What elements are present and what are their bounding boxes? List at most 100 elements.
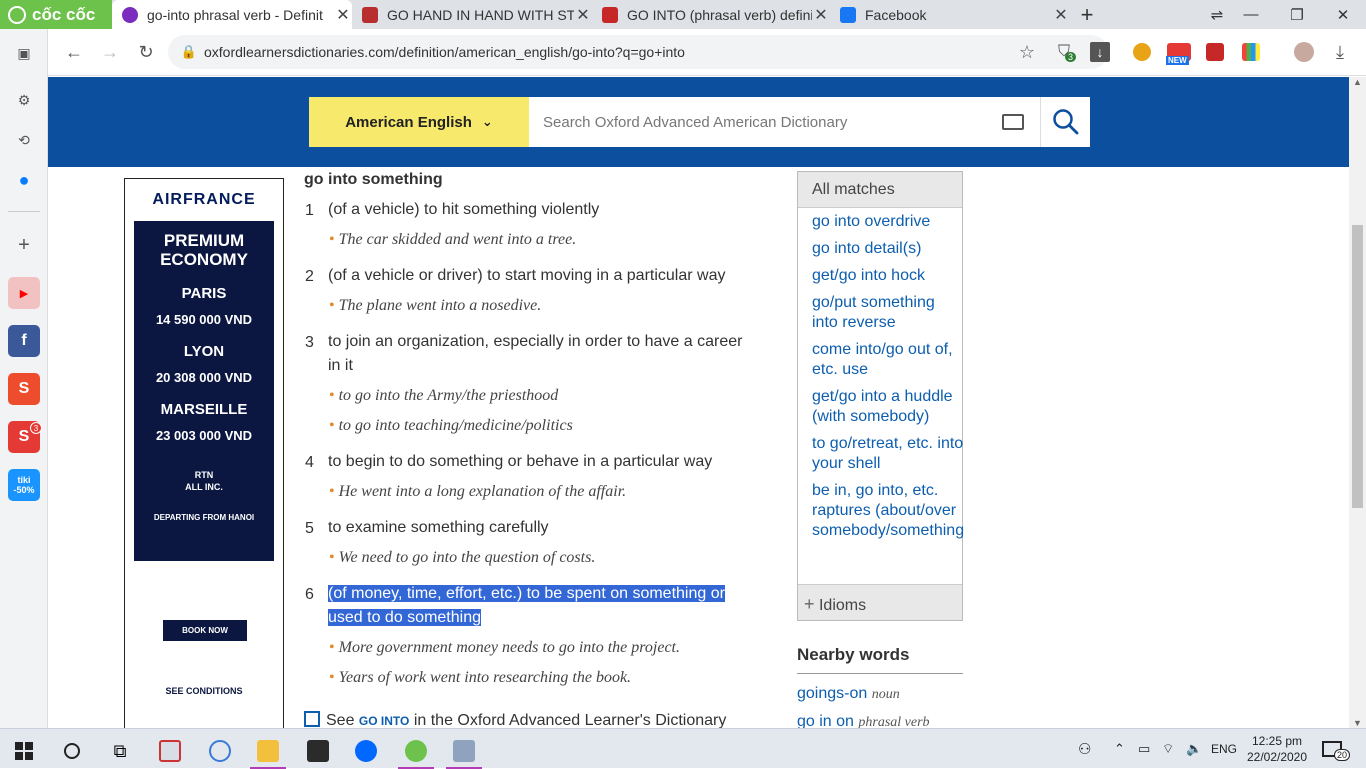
selected-text: (of money, time, effort, etc.) to be spe… xyxy=(328,585,725,626)
scroll-up-arrow-icon[interactable]: ▲ xyxy=(1353,77,1362,87)
clock-time: 12:25 pm xyxy=(1251,734,1303,748)
shopee-icon[interactable]: S xyxy=(8,373,40,405)
minimize-button[interactable]: — xyxy=(1228,0,1274,29)
close-window-button[interactable]: ✕ xyxy=(1320,0,1366,29)
coccoc-browser-icon[interactable] xyxy=(396,735,436,769)
sidebar-panel-icon[interactable]: ▣ xyxy=(8,37,40,69)
coccoc-menu-button[interactable]: cốc cốc xyxy=(0,0,112,29)
sticky-notes-icon[interactable] xyxy=(298,735,338,767)
ad-conditions-link[interactable]: SEE CONDITIONS xyxy=(125,686,283,696)
notifications-icon[interactable]: 20 xyxy=(1322,729,1358,769)
history-icon[interactable]: ⟲ xyxy=(8,124,40,156)
red-extension-icon[interactable] xyxy=(1206,43,1224,61)
adblock-shield-icon[interactable]: ⛉ xyxy=(1049,37,1079,67)
sense-number: 4 xyxy=(305,454,314,471)
see-also-link[interactable]: go into xyxy=(359,714,409,728)
search-button[interactable] xyxy=(1040,97,1090,147)
page-scrollbar[interactable]: ▲ ▼ xyxy=(1349,77,1366,728)
chevron-up-icon[interactable]: ⌃ xyxy=(1114,729,1125,769)
match-link[interactable]: get/go into hock xyxy=(812,266,964,286)
sense-number: 2 xyxy=(305,268,314,285)
new-tab-button[interactable]: + xyxy=(1064,0,1110,29)
color-extension-icon[interactable] xyxy=(1242,43,1260,61)
youtube-icon[interactable]: ▶ xyxy=(8,277,40,309)
scroll-thumb[interactable] xyxy=(1352,225,1363,508)
new-badge: NEW xyxy=(1166,56,1189,65)
clock[interactable]: 12:25 pm 22/02/2020 xyxy=(1247,729,1307,769)
example-sentence: to go into teaching/medicine/politics xyxy=(329,417,573,435)
ad-book-now-button[interactable]: BOOK NOW xyxy=(163,620,247,641)
download-icon[interactable]: ↓ xyxy=(1085,37,1115,67)
battery-icon[interactable]: ▭ xyxy=(1138,729,1150,769)
match-link[interactable]: go/put something into reverse xyxy=(812,293,964,333)
wifi-icon[interactable]: ⌔ xyxy=(1162,729,1174,769)
zalo-icon[interactable] xyxy=(346,735,386,767)
shield-badge: 3 xyxy=(1065,52,1077,62)
match-link[interactable]: go into detail(s) xyxy=(812,239,964,259)
nearby-word[interactable]: go in on phrasal verb xyxy=(797,713,930,728)
nearby-word[interactable]: goings-on noun xyxy=(797,685,900,703)
tab-title: GO HAND IN HAND WITH ST xyxy=(387,6,574,23)
match-link[interactable]: go into overdrive xyxy=(812,212,964,232)
tab-go-into-macmillan[interactable]: GO INTO (phrasal verb) defini ✕ xyxy=(592,0,830,29)
input-language[interactable]: ENG xyxy=(1211,729,1237,769)
app-icon-2[interactable] xyxy=(200,735,240,767)
tiki-icon[interactable]: tiki -50% xyxy=(8,469,40,501)
example-sentence: Years of work went into researching the … xyxy=(329,669,631,687)
restore-button[interactable]: ❐ xyxy=(1274,0,1320,29)
idioms-toggle[interactable]: + Idioms xyxy=(798,584,962,620)
match-link[interactable]: get/go into a huddle (with somebody) xyxy=(812,387,964,427)
search-circle-icon[interactable] xyxy=(52,735,92,767)
reload-icon[interactable]: ↻ xyxy=(131,37,161,67)
sense-number: 5 xyxy=(305,520,314,537)
downloads-arrow-icon[interactable]: ⤓ xyxy=(1325,37,1355,67)
ad-all-inc: ALL INC. xyxy=(185,482,223,492)
bookmark-star-icon[interactable]: ☆ xyxy=(1012,37,1042,67)
add-app-icon[interactable]: + xyxy=(8,229,40,261)
tab-facebook[interactable]: Facebook ✕ xyxy=(830,0,1070,29)
dictionary-language-dropdown[interactable]: American English ⌄ xyxy=(309,97,529,147)
plus-icon: + xyxy=(804,594,815,614)
nearby-word-link[interactable]: goings-on xyxy=(797,685,867,702)
volume-icon[interactable]: 🔈 xyxy=(1186,729,1202,769)
settings-gear-icon[interactable]: ⚙ xyxy=(8,84,40,116)
forward-arrow-icon[interactable]: → xyxy=(95,37,125,67)
all-matches-header[interactable]: All matches xyxy=(798,172,962,208)
task-view-icon[interactable]: ⧉ xyxy=(100,735,140,767)
sense-definition: to join an organization, especially in o… xyxy=(328,333,743,374)
address-bar[interactable]: 🔒 oxfordlearnersdictionaries.com/definit… xyxy=(168,35,1108,69)
messenger-icon[interactable]: ● xyxy=(8,164,40,196)
windows-taskbar: ⧉ ⚇ ⌃ ▭ ⌔ 🔈 ENG 12:25 pm 22/02/2020 20 xyxy=(0,728,1366,769)
sense-definition: (of a vehicle) to hit something violentl… xyxy=(328,201,600,218)
people-icon[interactable]: ⚇ xyxy=(1078,729,1091,769)
file-explorer-icon[interactable] xyxy=(248,735,288,769)
scroll-down-arrow-icon[interactable]: ▼ xyxy=(1353,718,1362,728)
all-matches-panel: All matches go into overdrive go into de… xyxy=(797,171,964,621)
search-box xyxy=(529,97,1040,147)
coccoc-extension-icon[interactable] xyxy=(1133,43,1151,61)
facebook-icon[interactable]: f xyxy=(8,325,40,357)
example-sentence: We need to go into the question of costs… xyxy=(329,549,596,567)
search-input[interactable] xyxy=(529,98,969,146)
close-tab-icon[interactable]: ✕ xyxy=(574,5,592,25)
sense-definition: to examine something carefully xyxy=(328,519,549,536)
match-link[interactable]: to go/retreat, etc. into your shell xyxy=(812,434,964,474)
back-arrow-icon[interactable]: ← xyxy=(59,37,89,67)
keyboard-icon[interactable] xyxy=(1002,114,1024,130)
nearby-word-link[interactable]: go in on xyxy=(797,713,854,728)
app-icon-3[interactable] xyxy=(444,735,484,769)
match-link[interactable]: come into/go out of, etc. use xyxy=(812,340,964,380)
match-link[interactable]: be in, go into, etc. raptures (about/ove… xyxy=(812,481,964,541)
app-icon-1[interactable] xyxy=(150,735,190,767)
close-tab-icon[interactable]: ✕ xyxy=(334,5,352,25)
close-tab-icon[interactable]: ✕ xyxy=(812,5,830,25)
sense-definition: to begin to do something or behave in a … xyxy=(328,453,713,470)
tab-go-hand-in-hand[interactable]: GO HAND IN HAND WITH ST ✕ xyxy=(352,0,592,29)
ad-price: 23 003 000 VND xyxy=(155,428,253,443)
airfrance-ad[interactable]: AIRFRANCE PREMIUM ECONOMY PARIS 14 590 0… xyxy=(124,178,284,728)
see-also-line: See go into in the Oxford Advanced Learn… xyxy=(304,711,726,728)
start-button[interactable] xyxy=(4,735,44,767)
tab-go-into[interactable]: go-into phrasal verb - Definit ✕ xyxy=(112,0,352,29)
profile-avatar[interactable] xyxy=(1294,42,1314,62)
example-sentence: The car skidded and went into a tree. xyxy=(329,231,577,249)
